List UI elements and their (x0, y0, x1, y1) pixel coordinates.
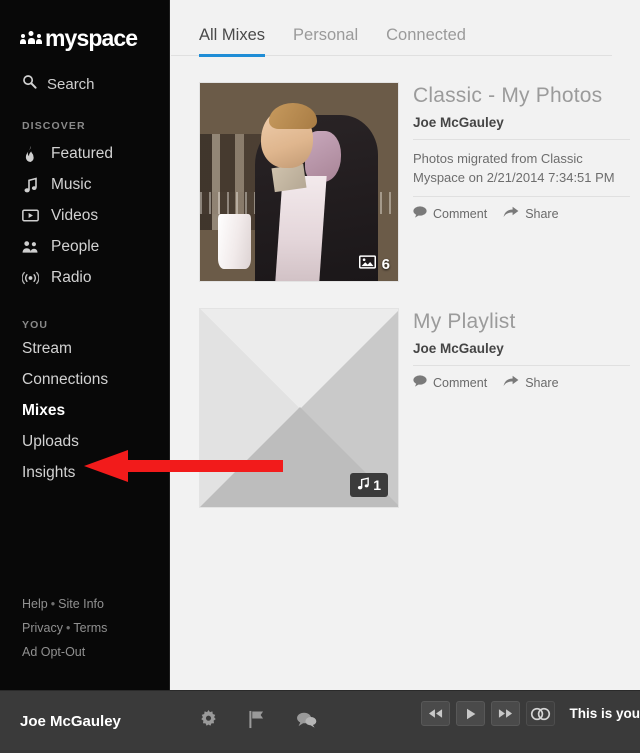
sidebar-item-label: Radio (51, 269, 92, 287)
sidebar-item-label: Stream (22, 340, 72, 358)
tab-personal[interactable]: Personal (293, 26, 358, 57)
bottom-user-name: Joe McGauley (20, 713, 121, 730)
sidebar: myspace Search DISCOVER Featured Music (0, 0, 170, 690)
mix-author[interactable]: Joe McGauley (413, 335, 630, 366)
flag-icon[interactable] (248, 710, 266, 734)
terms-link[interactable]: Terms (73, 621, 107, 635)
photo-cup (218, 214, 252, 269)
sidebar-item-label: Featured (51, 145, 113, 163)
tab-all-mixes[interactable]: All Mixes (199, 26, 265, 57)
privacy-link[interactable]: Privacy (22, 621, 63, 635)
mix-card: 6 Classic - My Photos Joe McGauley Photo… (171, 56, 640, 282)
separator: • (63, 621, 73, 635)
video-play-icon (22, 209, 39, 222)
mix-actions: Comment Share (413, 366, 630, 390)
track-count-badge: 1 (350, 473, 388, 497)
sidebar-item-connections[interactable]: Connections (0, 364, 169, 395)
separator: • (48, 597, 58, 611)
comment-action[interactable]: Comment (413, 375, 487, 390)
sidebar-item-videos[interactable]: Videos (0, 200, 169, 231)
myspace-app-window: myspace Search DISCOVER Featured Music (0, 0, 640, 753)
comment-action[interactable]: Comment (413, 206, 487, 221)
main-content: All Mixes Personal Connected (171, 0, 640, 690)
music-note-icon (357, 477, 370, 493)
you-section-title: YOU (0, 319, 169, 331)
placeholder-triangle-top (200, 309, 399, 409)
mix-title[interactable]: My Playlist (413, 308, 630, 335)
comment-bubble-icon (413, 206, 427, 221)
mix-title[interactable]: Classic - My Photos (413, 82, 630, 109)
bottom-player-bar: Joe McGauley (0, 690, 640, 753)
mix-thumbnail-photo[interactable]: 6 (199, 82, 399, 282)
ad-opt-out-link[interactable]: Ad Opt-Out (22, 645, 85, 659)
share-action[interactable]: Share (503, 375, 558, 390)
photo-shirt (276, 176, 327, 281)
mix-card-body: My Playlist Joe McGauley Comment Share (399, 308, 640, 508)
player-controls: This is you (421, 701, 640, 726)
help-link[interactable]: Help (22, 597, 48, 611)
music-note-icon (22, 177, 39, 193)
site-info-link[interactable]: Site Info (58, 597, 104, 611)
bottom-icon-group (171, 710, 317, 734)
mix-description: Photos migrated from Classic Myspace on … (413, 140, 630, 197)
comment-bubble-icon (413, 375, 427, 390)
sidebar-item-people[interactable]: People (0, 231, 169, 262)
discover-section-title: DISCOVER (0, 120, 169, 132)
bottom-user-section[interactable]: Joe McGauley (0, 713, 171, 731)
mix-tabs: All Mixes Personal Connected (171, 0, 612, 56)
share-action[interactable]: Share (503, 206, 558, 221)
comment-label: Comment (433, 376, 487, 390)
people-icon (22, 240, 39, 254)
discover-nav-group: Featured Music Videos People (0, 138, 169, 293)
share-label: Share (525, 376, 558, 390)
track-count: 1 (373, 477, 381, 493)
sidebar-item-stream[interactable]: Stream (0, 333, 169, 364)
brand-name: myspace (45, 25, 137, 52)
sidebar-item-label: Videos (51, 207, 98, 225)
chat-bubbles-icon[interactable] (296, 711, 317, 733)
sidebar-item-mixes[interactable]: Mixes (0, 395, 169, 426)
comment-label: Comment (433, 207, 487, 221)
mix-author[interactable]: Joe McGauley (413, 109, 630, 140)
search-label: Search (47, 76, 95, 93)
sidebar-item-label: Mixes (22, 402, 65, 420)
sidebar-item-music[interactable]: Music (0, 169, 169, 200)
share-arrow-icon (503, 206, 519, 221)
play-button[interactable] (456, 701, 485, 726)
sidebar-item-label: Music (51, 176, 91, 194)
radio-waves-icon (22, 271, 39, 285)
sidebar-item-label: Uploads (22, 433, 79, 451)
footer-row-2: Privacy•Terms (22, 616, 107, 640)
mix-rings-button[interactable] (526, 701, 555, 726)
share-arrow-icon (503, 375, 519, 390)
sidebar-item-label: People (51, 238, 99, 256)
forward-button[interactable] (491, 701, 520, 726)
footer-row-3: Ad Opt-Out (22, 640, 107, 664)
red-arrow-annotation (84, 448, 284, 484)
mix-actions: Comment Share (413, 197, 630, 221)
share-label: Share (525, 207, 558, 221)
photo-count-badge: 6 (359, 255, 390, 273)
people-logo-icon (20, 31, 42, 44)
photo-icon (359, 255, 376, 273)
gear-icon[interactable] (199, 710, 218, 734)
sidebar-item-label: Connections (22, 371, 108, 389)
sidebar-item-label: Insights (22, 464, 75, 482)
photo-count: 6 (382, 256, 390, 273)
photo-collar (272, 164, 307, 192)
footer-row-1: Help•Site Info (22, 592, 107, 616)
tab-connected[interactable]: Connected (386, 26, 466, 57)
search-icon (22, 74, 37, 94)
rewind-button[interactable] (421, 701, 450, 726)
myspace-logo[interactable]: myspace (0, 0, 169, 56)
flame-icon (22, 146, 39, 162)
mix-card-body: Classic - My Photos Joe McGauley Photos … (399, 82, 640, 282)
now-playing-text: This is you (561, 706, 640, 721)
search-button[interactable]: Search (0, 60, 169, 94)
sidebar-item-radio[interactable]: Radio (0, 262, 169, 293)
footer-links: Help•Site Info Privacy•Terms Ad Opt-Out (0, 592, 107, 664)
sidebar-item-featured[interactable]: Featured (0, 138, 169, 169)
